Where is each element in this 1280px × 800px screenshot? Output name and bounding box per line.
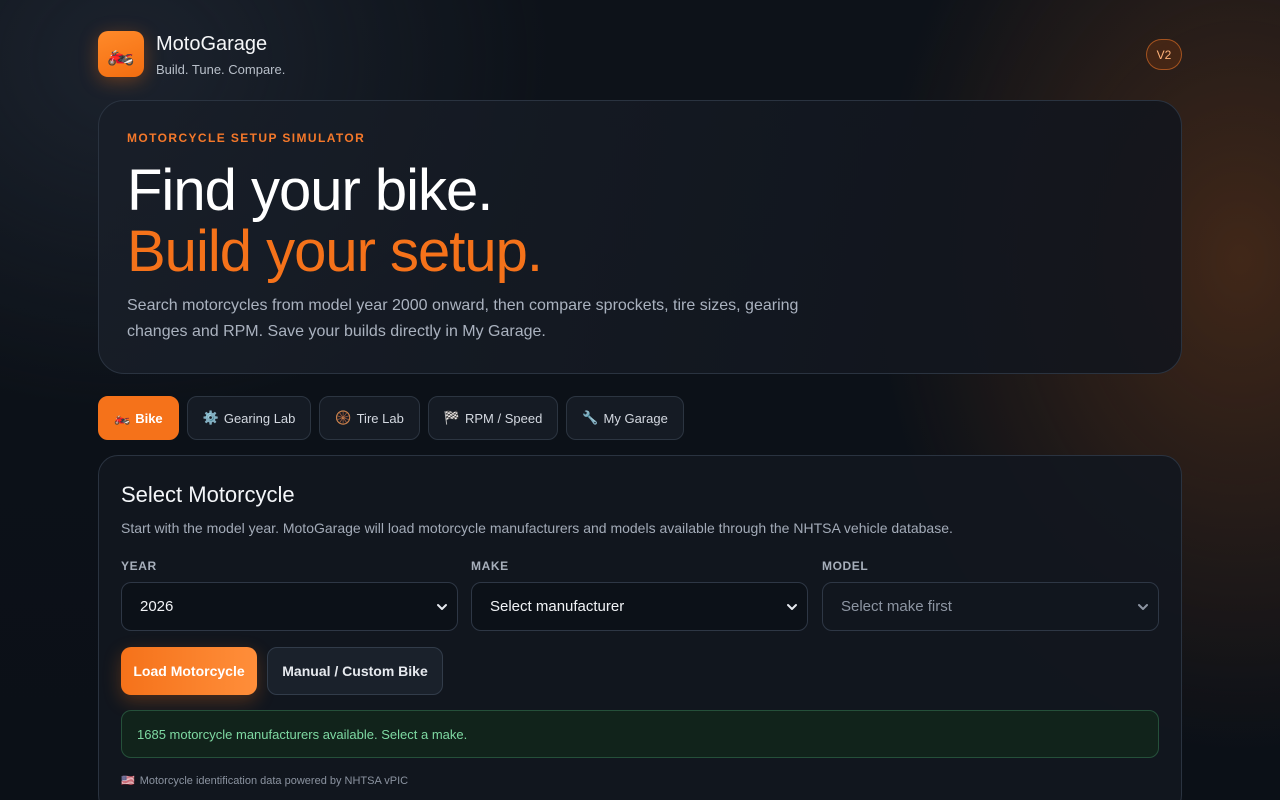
- app-subtitle: Build. Tune. Compare.: [156, 62, 286, 77]
- wrench-icon: 🔧: [582, 410, 599, 425]
- main-tabs: 🏍️ Bike ⚙️ Gearing Lab 🛞 Tire Lab 🏁 RPM …: [98, 396, 684, 440]
- chevron-down-icon: [437, 604, 447, 610]
- select-motorcycle-card: Select Motorcycle Start with the model y…: [98, 455, 1182, 800]
- model-label: MODEL: [822, 559, 869, 573]
- app-header: 🏍️ MotoGarage Build. Tune. Compare. V2: [98, 31, 1182, 79]
- tab-tire-lab[interactable]: 🛞 Tire Lab: [319, 396, 420, 440]
- make-label: MAKE: [471, 559, 509, 573]
- year-select[interactable]: 2026: [121, 582, 458, 631]
- tab-label: Tire Lab: [356, 410, 404, 426]
- model-select[interactable]: Select make first: [822, 582, 1159, 631]
- hero-eyebrow: MOTORCYCLE SETUP SIMULATOR: [127, 131, 366, 145]
- chevron-down-icon: [787, 604, 797, 610]
- hero-heading-line-1: Find your bike.: [127, 158, 493, 223]
- tab-label: My Garage: [603, 410, 668, 426]
- tab-bike[interactable]: 🏍️ Bike: [98, 396, 179, 440]
- hero-description: Search motorcycles from model year 2000 …: [127, 297, 799, 340]
- year-select-value: 2026: [140, 598, 174, 615]
- version-badge: V2: [1146, 39, 1182, 70]
- tab-label: RPM / Speed: [465, 410, 543, 426]
- motorcycle-logo-icon: 🏍️: [98, 31, 144, 77]
- manual-custom-bike-button[interactable]: Manual / Custom Bike: [267, 647, 443, 695]
- tab-gearing-lab[interactable]: ⚙️ Gearing Lab: [186, 396, 312, 440]
- card-title: Select Motorcycle: [121, 482, 295, 507]
- hero-heading-line-2: Build your setup.: [127, 219, 543, 284]
- app-title: MotoGarage: [156, 33, 268, 55]
- chevron-down-icon: [1138, 604, 1148, 610]
- gear-icon: ⚙️: [202, 410, 219, 425]
- credit-text: Motorcycle identification data powered b…: [139, 774, 409, 787]
- load-motorcycle-button[interactable]: Load Motorcycle: [121, 647, 257, 695]
- tab-label: Bike: [135, 410, 163, 426]
- checkered-flag-icon: 🏁: [443, 410, 460, 425]
- model-select-value: Select make first: [841, 598, 952, 615]
- year-label: YEAR: [121, 559, 157, 573]
- tab-my-garage[interactable]: 🔧 My Garage: [566, 396, 684, 440]
- status-message: 1685 motorcycle manufacturers available.…: [121, 710, 1159, 758]
- wheel-icon: 🛞: [335, 410, 352, 425]
- make-select[interactable]: Select manufacturer: [471, 582, 808, 631]
- us-flag-icon: 🇺🇸: [121, 775, 135, 787]
- motorcycle-icon: 🏍️: [114, 410, 131, 425]
- tab-label: Gearing Lab: [223, 410, 296, 426]
- data-credit: 🇺🇸 Motorcycle identification data powere…: [121, 774, 409, 788]
- card-description: Start with the model year. MotoGarage wi…: [121, 520, 953, 536]
- hero-panel: MOTORCYCLE SETUP SIMULATOR Find your bik…: [98, 100, 1182, 374]
- make-select-value: Select manufacturer: [490, 598, 625, 615]
- tab-rpm-speed[interactable]: 🏁 RPM / Speed: [427, 396, 559, 440]
